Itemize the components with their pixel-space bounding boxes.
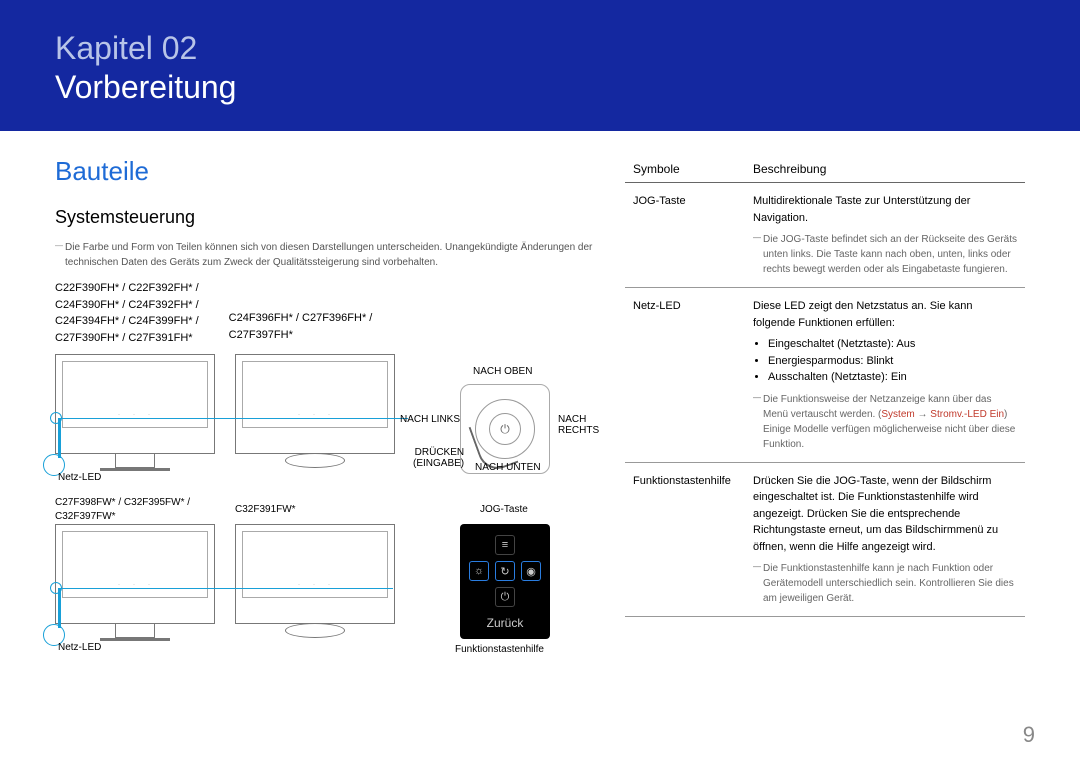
- jog-control-illustration: ⏻: [460, 384, 550, 474]
- model-text: C24F390FH* / C24F392FH* /: [55, 297, 199, 314]
- netz-led-label: Netz-LED: [58, 472, 101, 483]
- monitor-illustration: · · ·: [55, 354, 215, 454]
- section-title-bauteile: Bauteile: [55, 156, 595, 187]
- list-item: Eingeschaltet (Netztaste): Aus: [768, 336, 1017, 353]
- nach-links-label: NACH LINKS: [400, 414, 460, 425]
- left-column: Bauteile Systemsteuerung Die Farbe und F…: [55, 156, 595, 674]
- monitor-illustration: · · ·: [55, 524, 215, 624]
- table-row: JOG-Taste Multidirektionale Taste zur Un…: [625, 183, 1025, 288]
- table-row: Funktionstastenhilfe Drücken Sie die JOG…: [625, 462, 1025, 617]
- osd-power-icon: ⏻: [495, 587, 515, 607]
- chapter-number: Kapitel 02: [55, 30, 1025, 67]
- netz-led-label: Netz-LED: [58, 642, 101, 653]
- connector-line: [58, 418, 408, 419]
- nach-rechts-label: NACH RECHTS: [558, 414, 599, 436]
- top-note: Die Farbe und Form von Teilen können sic…: [55, 240, 595, 270]
- table-row: Netz-LED Diese LED zeigt den Netzstatus …: [625, 288, 1025, 463]
- highlight-text: System: [881, 409, 914, 420]
- connector-line: [58, 588, 61, 628]
- description-table: Symbole Beschreibung JOG-Taste Multidire…: [625, 156, 1025, 617]
- model-text: C27F397FH*: [229, 327, 373, 344]
- model-text: C24F396FH* / C27F396FH* /: [229, 310, 373, 327]
- list-item: Ausschalten (Netztaste): Ein: [768, 369, 1017, 386]
- osd-return-icon: ↻: [495, 561, 515, 581]
- osd-back-label: Zurück: [468, 616, 542, 630]
- row-note: Die Funktionsweise der Netzanzeige kann …: [753, 392, 1017, 452]
- list-item: Energiesparmodus: Blinkt: [768, 353, 1017, 370]
- row-main-text: Drücken Sie die JOG-Taste, wenn der Bild…: [753, 473, 1017, 556]
- funktionstastenhilfe-label: Funktionstastenhilfe: [455, 644, 544, 655]
- model-labels-row1: C22F390FH* / C22F392FH* / C24F390FH* / C…: [55, 280, 595, 346]
- th-beschreibung: Beschreibung: [745, 156, 1025, 183]
- osd-menu-icon: ≡: [495, 535, 515, 555]
- model-label-row2-2: C32F391FW*: [235, 504, 296, 515]
- model-text: C27F390FH* / C27F391FH*: [55, 330, 199, 347]
- model-text: C24F394FH* / C24F399FH* /: [55, 313, 199, 330]
- model-text: C22F390FH* / C22F392FH* /: [55, 280, 199, 297]
- model-col-1: C22F390FH* / C22F392FH* / C24F390FH* / C…: [55, 280, 199, 346]
- row-label: JOG-Taste: [625, 183, 745, 288]
- osd-brightness-icon: ☼: [469, 561, 489, 581]
- connector-line: [58, 588, 393, 589]
- model-label-row2-1: C27F398FW* / C32F395FW* / C32F397FW*: [55, 496, 215, 524]
- section-title-systemsteuerung: Systemsteuerung: [55, 207, 595, 228]
- osd-eye-icon: ◉: [521, 561, 541, 581]
- row-label: Funktionstastenhilfe: [625, 462, 745, 617]
- row-main-text: Diese LED zeigt den Netzstatus an. Sie k…: [753, 298, 1017, 331]
- highlight-text: Stromv.-LED Ein: [930, 409, 1004, 420]
- right-column: Symbole Beschreibung JOG-Taste Multidire…: [625, 156, 1025, 674]
- nach-oben-label: NACH OBEN: [473, 366, 532, 377]
- row-main-text: Multidirektionale Taste zur Unterstützun…: [753, 193, 1017, 226]
- monitor-illustration: · · ·: [235, 524, 395, 624]
- row-bullets: Eingeschaltet (Netztaste): Aus Energiesp…: [753, 336, 1017, 386]
- nach-unten-label: NACH UNTEN: [475, 462, 541, 473]
- row-note: Die Funktionstastenhilfe kann je nach Fu…: [753, 561, 1017, 606]
- monitor-illustration: · · ·: [235, 354, 395, 454]
- connector-line: [58, 418, 61, 458]
- page-number: 9: [1023, 722, 1035, 748]
- diagram-area: · · · · · · Netz-LED C27F398FW* / C32F39…: [55, 354, 595, 674]
- model-col-2: C24F396FH* / C27F396FH* / C27F397FH*: [229, 280, 373, 346]
- jog-taste-label: JOG-Taste: [480, 504, 528, 515]
- chapter-subtitle: Vorbereitung: [55, 69, 1025, 106]
- row-note: Die JOG-Taste befindet sich an der Rücks…: [753, 232, 1017, 277]
- row-label: Netz-LED: [625, 288, 745, 463]
- osd-panel-illustration: ≡ ☼ ↻ ◉ ⏻ Zurück: [460, 524, 550, 639]
- page-header: Kapitel 02 Vorbereitung: [0, 0, 1080, 131]
- druecken-label: DRÜCKEN(EINGABE): [413, 447, 464, 469]
- th-symbole: Symbole: [625, 156, 745, 183]
